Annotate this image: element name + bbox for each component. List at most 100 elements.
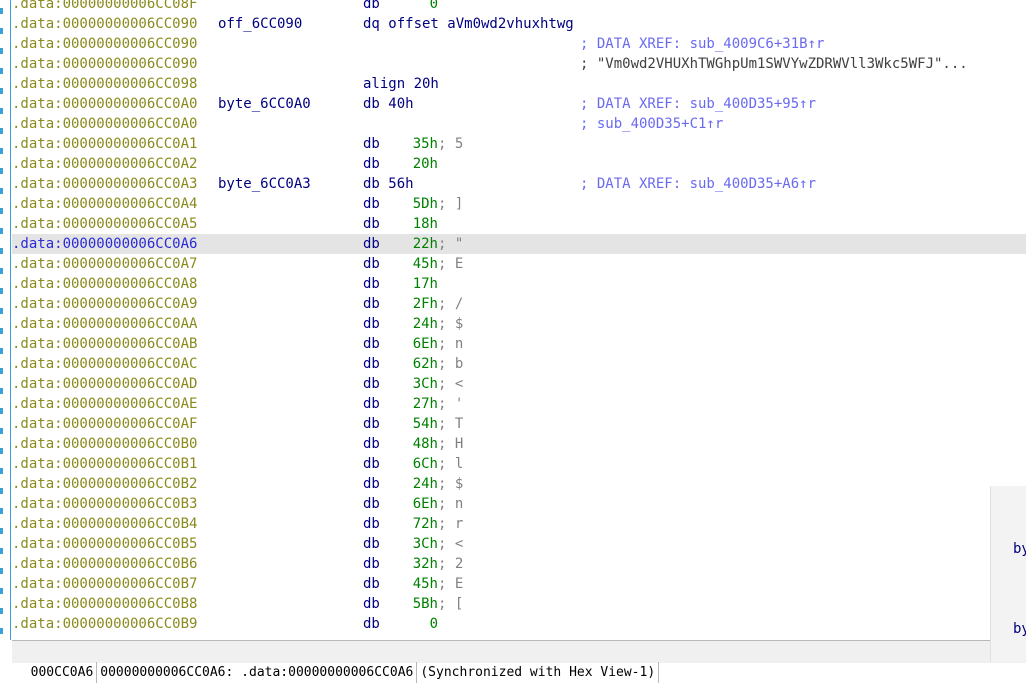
listing-row[interactable]: .data:00000000006CC0A0 byte_6CC0A0 db 40h;… <box>12 94 1026 114</box>
row-operand: 0 <box>429 0 438 12</box>
side-panel-text: by <box>1013 541 1026 557</box>
row-xref[interactable]: ; DATA XREF: sub_400D35+95↑r <box>580 94 816 114</box>
row-mnemonic: db <box>363 316 380 332</box>
listing-row[interactable]: .data:00000000006CC0B9 db 0 <box>12 614 1026 634</box>
listing-row[interactable]: .data:00000000006CC0A2 db 20h <box>12 154 1026 174</box>
gutter-tick <box>0 48 3 54</box>
listing-row[interactable]: .data:00000000006CC0AB db 6Eh; n <box>12 334 1026 354</box>
side-panel-text: by <box>1013 621 1026 637</box>
listing-row[interactable]: .data:00000000006CC0B0 db 48h; H <box>12 434 1026 454</box>
row-mnemonic: db <box>363 136 380 152</box>
gutter-tick <box>0 408 3 414</box>
row-mnemonic: db <box>363 616 380 632</box>
listing-row[interactable]: .data:00000000006CC0A3 byte_6CC0A3 db 56h;… <box>12 174 1026 194</box>
row-address: .data:00000000006CC098 <box>12 76 198 92</box>
row-operand: 24h <box>412 316 438 332</box>
row-address: .data:00000000006CC090 <box>12 56 198 72</box>
row-operand: 2Fh <box>412 296 438 312</box>
gutter-tick <box>0 588 3 594</box>
row-address: .data:00000000006CC0AB <box>12 336 198 352</box>
row-address: .data:00000000006CC0A3 <box>12 176 198 192</box>
listing-row[interactable]: .data:00000000006CC0B3 db 6Eh; n <box>12 494 1026 514</box>
gutter-tick <box>0 628 3 634</box>
row-xref[interactable]: ; DATA XREF: sub_400D35+A6↑r <box>580 174 816 194</box>
row-operand: 32h <box>412 556 438 572</box>
row-address: .data:00000000006CC0A1 <box>12 136 198 152</box>
row-mnemonic: db <box>363 476 380 492</box>
row-mnemonic: db <box>363 516 380 532</box>
row-operand: 6Eh <box>412 336 438 352</box>
listing-row[interactable]: .data:00000000006CC0AE db 27h; ' <box>12 394 1026 414</box>
disassembly-listing[interactable]: .data:00000000006CC08F db 0 .data:000000000… <box>12 0 1026 640</box>
row-mnemonic: align 20h <box>363 76 439 92</box>
row-address: .data:00000000006CC0B1 <box>12 456 198 472</box>
gutter-tick <box>0 68 3 74</box>
listing-row[interactable]: .data:00000000006CC0A7 db 45h; E <box>12 254 1026 274</box>
gutter-tick <box>0 368 3 374</box>
listing-row[interactable]: .data:00000000006CC0A8 db 17h <box>12 274 1026 294</box>
listing-row[interactable]: .data:00000000006CC0AC db 62h; b <box>12 354 1026 374</box>
row-comment: ; E <box>438 576 464 592</box>
row-mnemonic: db <box>363 376 380 392</box>
row-operand: 3Ch <box>412 536 438 552</box>
row-label[interactable]: off_6CC090 <box>218 14 302 34</box>
row-mnemonic: db 40h <box>363 96 414 112</box>
listing-row[interactable]: .data:00000000006CC0A0 ; sub_400D35+C1↑r <box>12 114 1026 134</box>
row-address: .data:00000000006CC0B5 <box>12 536 198 552</box>
row-xref[interactable]: ; DATA XREF: sub_4009C6+31B↑r <box>580 34 824 54</box>
row-mnemonic: db <box>363 216 380 232</box>
listing-row[interactable]: .data:00000000006CC0B6 db 32h; 2 <box>12 554 1026 574</box>
listing-row[interactable]: .data:00000000006CC0A4 db 5Dh; ] <box>12 194 1026 214</box>
gutter-tick <box>0 268 3 274</box>
listing-row[interactable]: .data:00000000006CC0B4 db 72h; r <box>12 514 1026 534</box>
listing-row[interactable]: .data:00000000006CC08F db 0 <box>12 0 1026 14</box>
gutter-tick <box>0 528 3 534</box>
row-xref[interactable]: ; sub_400D35+C1↑r <box>580 114 723 134</box>
listing-row[interactable]: .data:00000000006CC0A1 db 35h; 5 <box>12 134 1026 154</box>
listing-row[interactable]: .data:00000000006CC0AF db 54h; T <box>12 414 1026 434</box>
row-comment: ; l <box>438 456 464 472</box>
row-address: .data:00000000006CC0B8 <box>12 596 198 612</box>
listing-row[interactable]: .data:00000000006CC0B2 db 24h; $ <box>12 474 1026 494</box>
row-mnemonic: db <box>363 256 380 272</box>
gutter-tick <box>0 308 3 314</box>
row-address: .data:00000000006CC0A5 <box>12 216 198 232</box>
row-mnemonic: db <box>363 536 380 552</box>
row-mnemonic: db 56h <box>363 176 414 192</box>
listing-row[interactable]: .data:00000000006CC0B7 db 45h; E <box>12 574 1026 594</box>
row-comment: ; b <box>438 356 464 372</box>
row-comment: ; [ <box>438 596 464 612</box>
listing-row[interactable]: .data:00000000006CC0A5 db 18h <box>12 214 1026 234</box>
row-operand: 3Ch <box>412 376 438 392</box>
gutter-tick <box>0 228 3 234</box>
listing-row[interactable]: .data:00000000006CC0A6 db 22h; " <box>12 234 1026 254</box>
row-address: .data:00000000006CC0A2 <box>12 156 198 172</box>
row-comment: ; 2 <box>438 556 464 572</box>
listing-row[interactable]: .data:00000000006CC090 off_6CC090 dq offse… <box>12 14 1026 34</box>
row-mnemonic: db <box>363 596 380 612</box>
gutter-tick <box>0 188 3 194</box>
listing-row[interactable]: .data:00000000006CC090 ; DATA XREF: sub_4… <box>12 34 1026 54</box>
row-label[interactable]: byte_6CC0A0 <box>218 94 311 114</box>
row-address: .data:00000000006CC0AC <box>12 356 198 372</box>
listing-row[interactable]: .data:00000000006CC0B8 db 5Bh; [ <box>12 594 1026 614</box>
row-address: .data:00000000006CC0B4 <box>12 516 198 532</box>
row-comment: ; < <box>438 536 464 552</box>
row-mnemonic: db <box>363 276 380 292</box>
listing-row[interactable]: .data:00000000006CC098 align 20h <box>12 74 1026 94</box>
gutter-tick <box>0 448 3 454</box>
listing-row[interactable]: .data:00000000006CC0AD db 3Ch; < <box>12 374 1026 394</box>
row-comment: ; n <box>438 496 464 512</box>
row-mnemonic: db <box>363 556 380 572</box>
row-operand: 6Ch <box>412 456 438 472</box>
listing-row[interactable]: .data:00000000006CC0A9 db 2Fh; / <box>12 294 1026 314</box>
listing-row[interactable]: .data:00000000006CC0B1 db 6Ch; l <box>12 454 1026 474</box>
row-operand: 45h <box>412 576 438 592</box>
listing-row[interactable]: .data:00000000006CC0B5 db 3Ch; < <box>12 534 1026 554</box>
gutter-tick <box>0 8 3 14</box>
listing-row[interactable]: .data:00000000006CC0AA db 24h; $ <box>12 314 1026 334</box>
gutter-tick <box>0 88 3 94</box>
gutter-tick <box>0 128 3 134</box>
row-label[interactable]: byte_6CC0A3 <box>218 174 311 194</box>
listing-row[interactable]: .data:00000000006CC090 ; "Vm0wd2VHUXhTWGh… <box>12 54 1026 74</box>
